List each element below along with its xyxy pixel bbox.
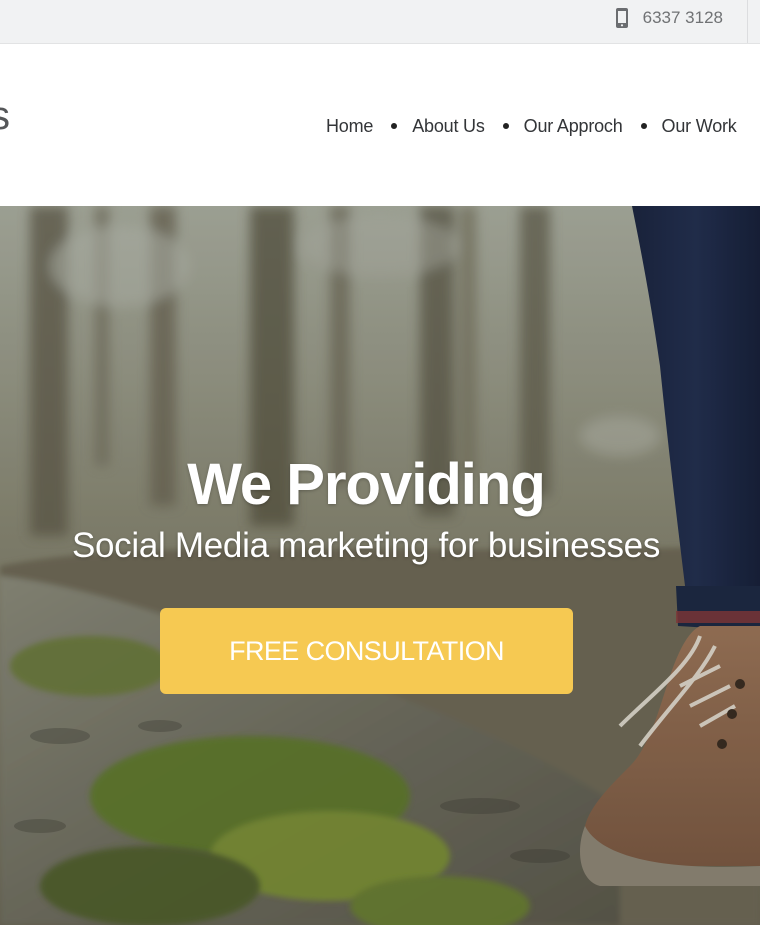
mobile-phone-icon [615, 8, 628, 28]
topbar-divider [747, 0, 748, 43]
top-bar: 6337 3128 [0, 0, 760, 44]
site-header: s Home About Us Our Approch Our Work [0, 44, 760, 206]
hero-title: We Providing [187, 452, 546, 517]
nav-bullet [502, 123, 509, 129]
nav-bullet [640, 123, 647, 129]
logo[interactable]: s [0, 96, 10, 136]
nav-bullet [391, 123, 398, 129]
hero-overlay [0, 206, 760, 925]
nav-our-work[interactable]: Our Work [662, 116, 737, 137]
nav-about-us[interactable]: About Us [412, 116, 485, 137]
phone-number[interactable]: 6337 3128 [643, 8, 723, 28]
nav-our-approch[interactable]: Our Approch [524, 116, 623, 137]
main-nav: Home About Us Our Approch Our Work [326, 114, 737, 138]
nav-home[interactable]: Home [326, 116, 373, 137]
hero-subtitle: Social Media marketing for businesses [71, 526, 661, 565]
hero-banner: We Providing Social Media marketing for … [0, 206, 760, 925]
free-consultation-button[interactable]: FREE CONSULTATION [160, 608, 573, 694]
phone-contact[interactable]: 6337 3128 [615, 8, 723, 28]
